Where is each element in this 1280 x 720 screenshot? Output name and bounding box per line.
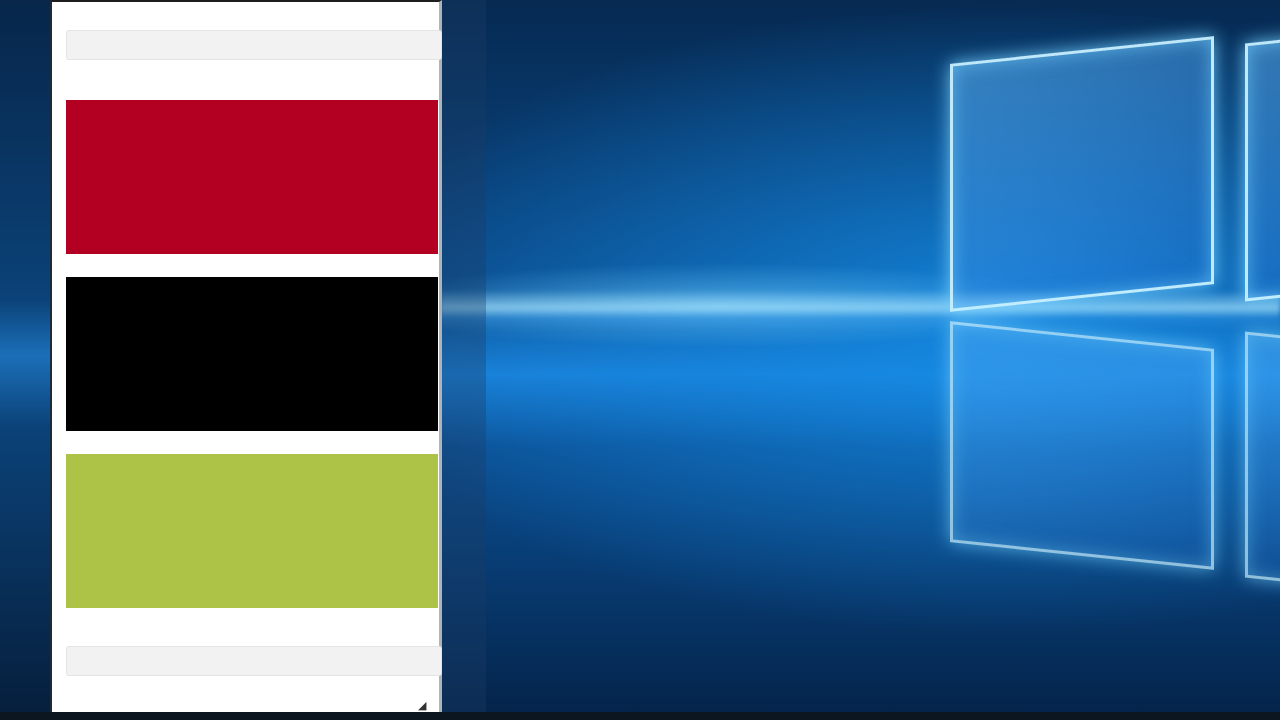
wallpaper-window-reflection [1245, 331, 1280, 585]
wallpaper-window-pane [1245, 36, 1280, 302]
color-swatch-red[interactable] [66, 100, 438, 254]
top-input-bar[interactable] [66, 30, 442, 60]
window-shadow-strip [440, 0, 486, 712]
color-swatch-black[interactable] [66, 277, 438, 431]
color-swatch-lime[interactable] [66, 454, 438, 608]
wallpaper-window-reflection [950, 321, 1214, 570]
taskbar-edge [0, 712, 1280, 720]
wallpaper-window-pane [950, 36, 1214, 312]
resize-grip-icon[interactable]: ◢ [418, 700, 430, 712]
bottom-input-bar[interactable] [66, 646, 442, 676]
desktop-left-edge [0, 0, 52, 712]
wallpaper-light-band [440, 290, 1280, 330]
app-window: ◢ [50, 0, 442, 712]
